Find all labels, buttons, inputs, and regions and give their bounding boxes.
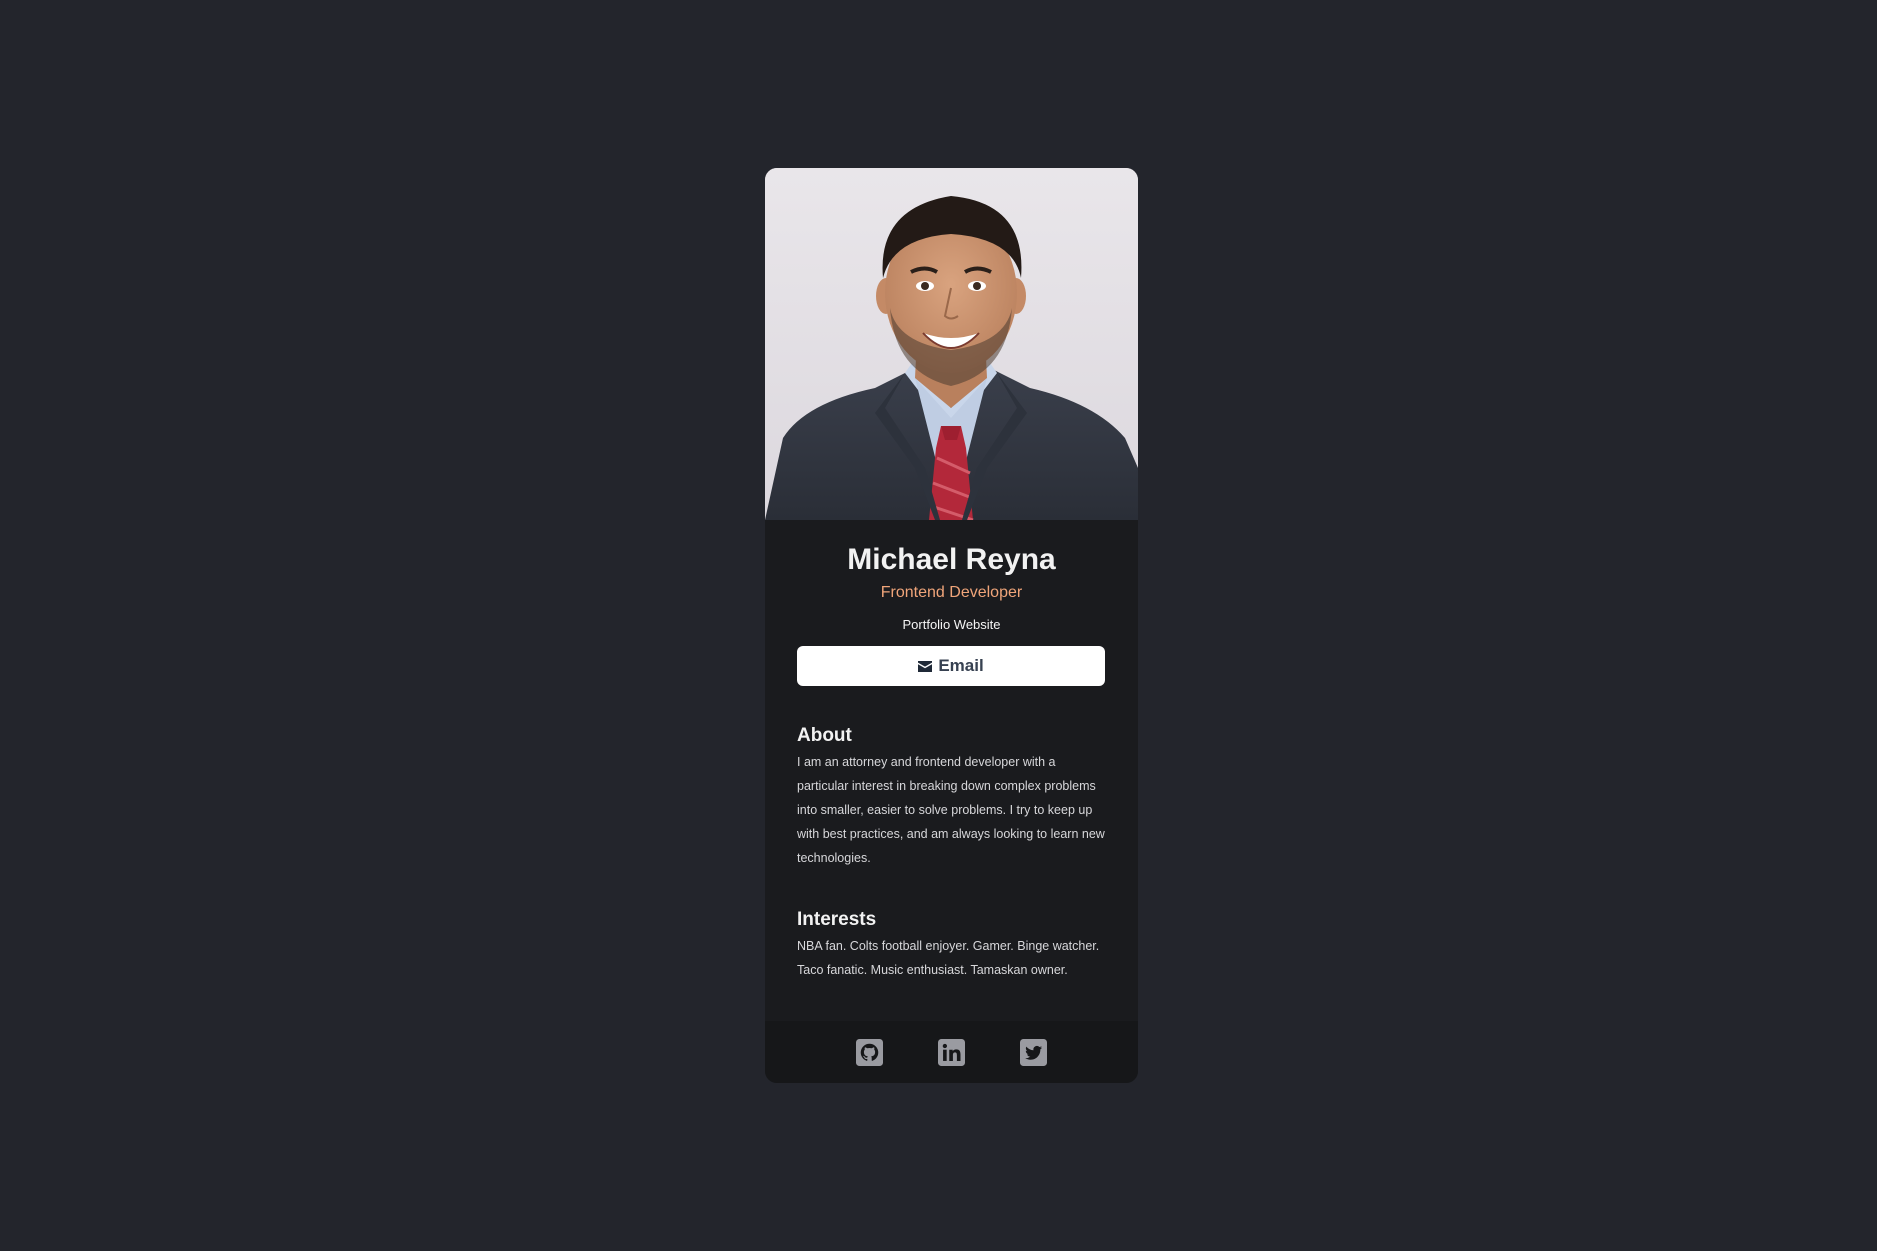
interests-heading: Interests — [797, 909, 877, 930]
interests-text: NBA fan. Colts football enjoyer. Gamer. … — [797, 939, 1100, 977]
github-link[interactable] — [856, 1038, 883, 1066]
about-section: About I am an attorney and frontend deve… — [765, 724, 1138, 870]
email-button-label: Email — [938, 656, 984, 675]
about-heading: About — [797, 725, 852, 746]
profile-card: Michael Reyna Frontend Developer Portfol… — [765, 168, 1138, 1083]
twitter-icon — [1020, 1038, 1047, 1066]
interests-section: Interests NBA fan. Colts football enjoye… — [765, 908, 1138, 982]
envelope-icon — [918, 660, 933, 672]
social-footer — [765, 1021, 1138, 1083]
profile-header: Michael Reyna Frontend Developer Portfol… — [765, 542, 1138, 686]
linkedin-link[interactable] — [938, 1038, 965, 1066]
portfolio-website-link[interactable]: Portfolio Website — [902, 616, 1000, 634]
profile-role: Frontend Developer — [880, 584, 1023, 601]
profile-photo — [765, 168, 1138, 520]
github-icon — [856, 1038, 883, 1066]
linkedin-icon — [938, 1038, 965, 1066]
about-text: I am an attorney and frontend developer … — [797, 755, 1105, 865]
profile-name: Michael Reyna — [847, 543, 1056, 576]
email-button[interactable]: Email — [797, 646, 1105, 686]
twitter-link[interactable] — [1020, 1038, 1047, 1066]
